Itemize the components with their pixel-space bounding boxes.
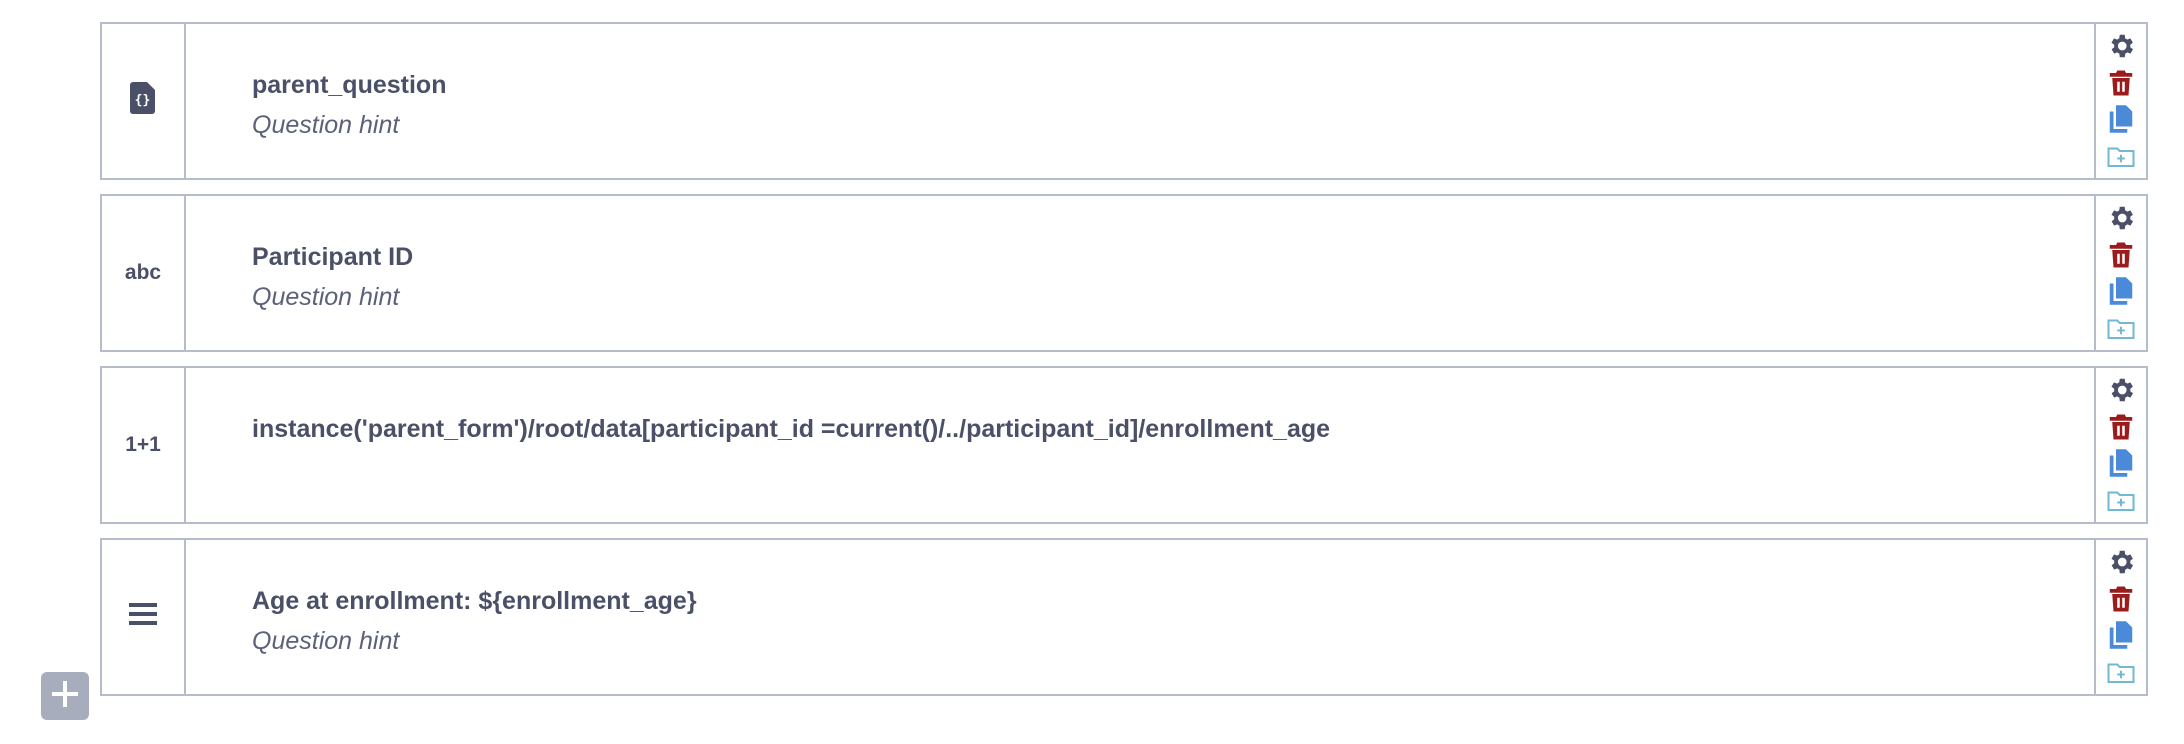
folder-plus-icon[interactable] bbox=[2104, 483, 2138, 517]
question-row[interactable]: abc Participant ID Question hint bbox=[100, 194, 2148, 352]
note-type-icon bbox=[129, 602, 157, 632]
question-hint: Question hint bbox=[252, 283, 400, 311]
copy-icon[interactable] bbox=[2104, 102, 2138, 136]
question-hint: Question hint bbox=[252, 111, 400, 139]
row-toolbar bbox=[2094, 24, 2146, 178]
question-type-cell: abc bbox=[102, 196, 186, 350]
text-type-icon: abc bbox=[124, 261, 162, 284]
trash-icon[interactable] bbox=[2104, 238, 2138, 272]
row-toolbar bbox=[2094, 196, 2146, 350]
question-row[interactable]: {} parent_question Question hint bbox=[100, 22, 2148, 180]
gear-icon[interactable] bbox=[2104, 201, 2138, 235]
add-question-button[interactable] bbox=[41, 672, 89, 720]
row-toolbar bbox=[2094, 540, 2146, 694]
copy-icon[interactable] bbox=[2104, 618, 2138, 652]
question-label: Participant ID bbox=[252, 243, 414, 271]
question-label: parent_question bbox=[252, 71, 447, 99]
question-content: Age at enrollment: ${enrollment_age} Que… bbox=[252, 584, 2086, 658]
copy-icon[interactable] bbox=[2104, 446, 2138, 480]
question-type-cell bbox=[102, 540, 186, 694]
question-label: Age at enrollment: ${enrollment_age} bbox=[252, 587, 697, 615]
gear-icon[interactable] bbox=[2104, 373, 2138, 407]
question-row[interactable]: Age at enrollment: ${enrollment_age} Que… bbox=[100, 538, 2148, 696]
folder-plus-icon[interactable] bbox=[2104, 311, 2138, 345]
folder-plus-icon[interactable] bbox=[2104, 655, 2138, 689]
calculate-type-icon: 1+1 bbox=[125, 433, 161, 456]
question-list: {} parent_question Question hint abc Par… bbox=[100, 22, 2148, 710]
question-row[interactable]: 1+1 instance('parent_form')/root/data[pa… bbox=[100, 366, 2148, 524]
folder-plus-icon[interactable] bbox=[2104, 139, 2138, 173]
question-hint: Question hint bbox=[252, 627, 400, 655]
plus-icon bbox=[50, 679, 80, 714]
question-content: instance('parent_form')/root/data[partic… bbox=[252, 412, 2086, 452]
gear-icon[interactable] bbox=[2104, 545, 2138, 579]
trash-icon[interactable] bbox=[2104, 66, 2138, 100]
trash-icon[interactable] bbox=[2104, 582, 2138, 616]
question-type-cell: {} bbox=[102, 24, 186, 178]
question-content: parent_question Question hint bbox=[252, 68, 2086, 142]
gear-icon[interactable] bbox=[2104, 29, 2138, 63]
copy-icon[interactable] bbox=[2104, 274, 2138, 308]
question-label: instance('parent_form')/root/data[partic… bbox=[252, 415, 1331, 443]
question-type-cell: 1+1 bbox=[102, 368, 186, 522]
reference-file-icon: {} bbox=[130, 82, 156, 120]
question-content: Participant ID Question hint bbox=[252, 240, 2086, 314]
trash-icon[interactable] bbox=[2104, 410, 2138, 444]
svg-text:{}: {} bbox=[135, 93, 151, 108]
row-toolbar bbox=[2094, 368, 2146, 522]
